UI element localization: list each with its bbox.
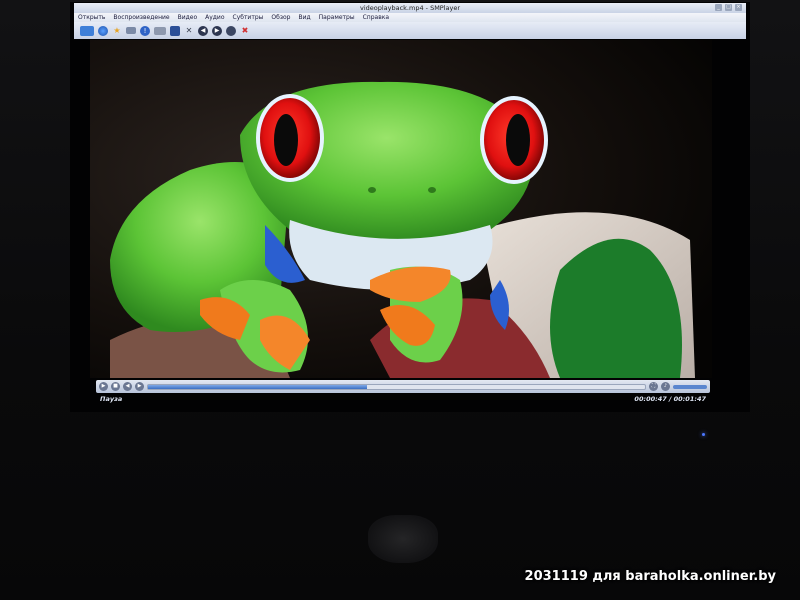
globe-icon[interactable] xyxy=(98,25,108,36)
record-icon[interactable]: ✖ xyxy=(240,26,250,36)
window-titlebar: videoplayback.mp4 - SMPlayer _ □ × xyxy=(74,3,746,13)
menu-bar: Открыть Воспроизведение Видео Аудио Субт… xyxy=(74,13,746,22)
rewind-button[interactable]: ◀ xyxy=(123,382,132,391)
playback-state: Пауза xyxy=(100,395,123,403)
maximize-button[interactable]: □ xyxy=(725,4,732,11)
volume-slider[interactable] xyxy=(673,384,707,389)
toolbar: ★ ! ✕ ◀ ▶ ✖ xyxy=(74,22,746,39)
menu-subtitles[interactable]: Субтитры xyxy=(229,13,268,22)
video-display[interactable] xyxy=(90,40,712,378)
time-display: 00:00:47 / 00:01:47 xyxy=(634,395,706,403)
screen-icon[interactable] xyxy=(126,27,136,34)
window-title: videoplayback.mp4 - SMPlayer xyxy=(359,4,461,12)
seek-slider[interactable] xyxy=(147,383,646,390)
menu-audio[interactable]: Аудио xyxy=(201,13,228,22)
video-frame xyxy=(90,40,712,378)
playlist-icon[interactable] xyxy=(154,26,166,35)
settings-icon[interactable]: ✕ xyxy=(184,26,194,36)
watermark: 2031119 для baraholka.onliner.by xyxy=(524,569,776,584)
window-controls: _ □ × xyxy=(715,4,742,11)
stop-button[interactable]: ■ xyxy=(111,382,120,391)
play-button[interactable]: ▶ xyxy=(99,382,108,391)
info-icon[interactable]: ! xyxy=(140,25,150,36)
forward-icon[interactable]: ▶ xyxy=(212,25,222,36)
star-icon[interactable]: ★ xyxy=(112,26,122,36)
control-bar: ▶ ■ ◀ ▶ ⛶ ♪ xyxy=(96,380,710,393)
menu-help[interactable]: Справка xyxy=(359,13,393,22)
rewind-icon[interactable]: ◀ xyxy=(198,25,208,36)
status-bar: Пауза 00:00:47 / 00:01:47 xyxy=(96,394,710,404)
minimize-button[interactable]: _ xyxy=(715,4,722,11)
mute-button[interactable]: ♪ xyxy=(661,382,670,391)
folder-icon[interactable] xyxy=(80,25,94,36)
monitor-logo xyxy=(368,515,438,563)
fullscreen-icon[interactable] xyxy=(170,25,180,36)
menu-options[interactable]: Параметры xyxy=(315,13,359,22)
fullscreen-button[interactable]: ⛶ xyxy=(649,382,658,391)
power-led xyxy=(702,433,705,436)
menu-browse[interactable]: Обзор xyxy=(267,13,294,22)
menu-video[interactable]: Видео xyxy=(174,13,202,22)
seek-progress xyxy=(148,384,367,389)
close-button[interactable]: × xyxy=(735,4,742,11)
menu-view[interactable]: Вид xyxy=(294,13,314,22)
forward-button[interactable]: ▶ xyxy=(135,382,144,391)
menu-playback[interactable]: Воспроизведение xyxy=(109,13,173,22)
subtitle-icon[interactable] xyxy=(226,25,236,36)
menu-open[interactable]: Открыть xyxy=(74,13,109,22)
